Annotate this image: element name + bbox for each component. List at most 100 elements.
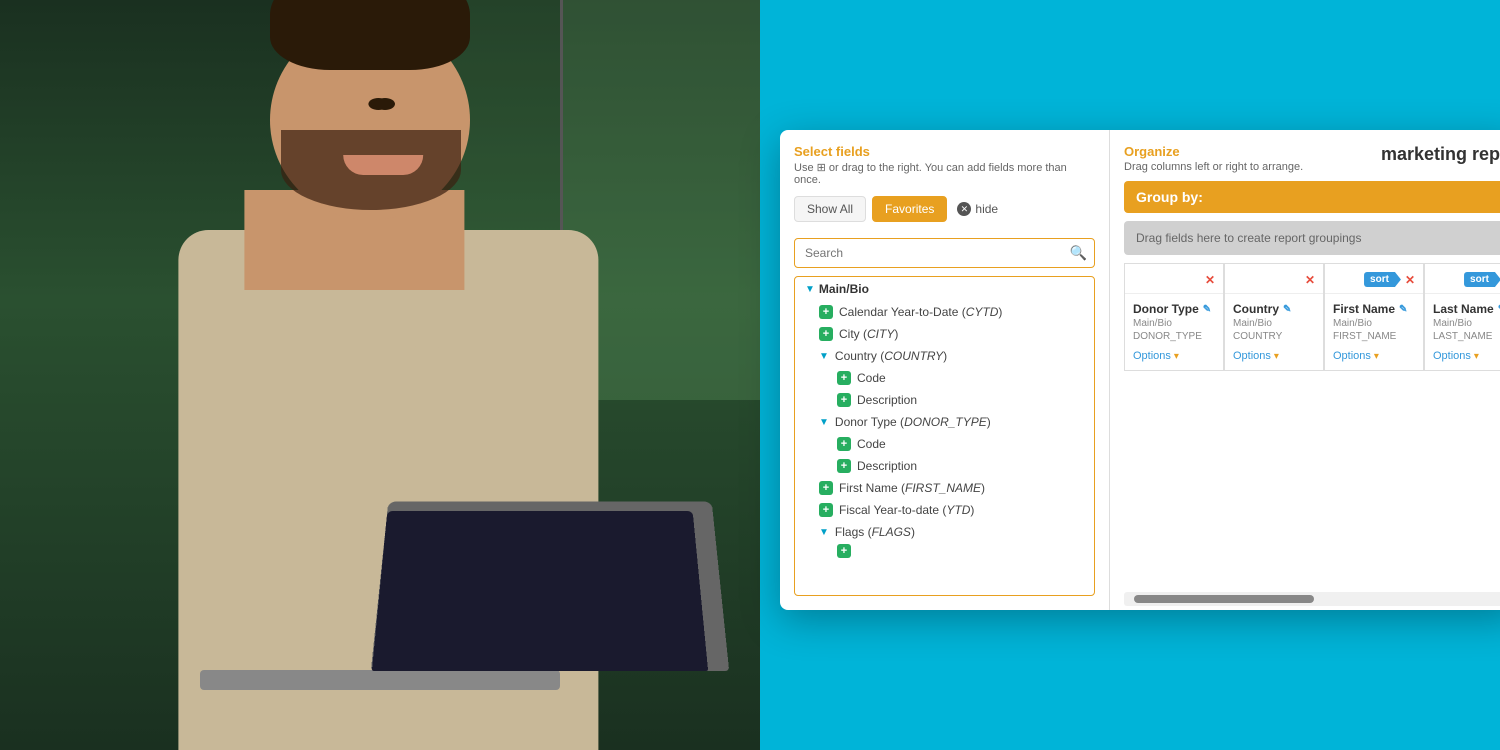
sort-first-name-badge[interactable]: sort: [1364, 272, 1401, 287]
field-flags-sub[interactable]: +: [795, 543, 1094, 559]
columns-area: ✕ Donor Type ✎ Main/Bio DONOR_TYPE Optio…: [1110, 263, 1500, 588]
field-donor-type-description-label: Description: [857, 459, 917, 473]
group-flags-label: Flags (FLAGS): [835, 525, 915, 539]
column-name-text: Country: [1233, 302, 1279, 316]
group-country-label: Country (COUNTRY): [835, 349, 947, 363]
field-calendar-ytd[interactable]: + Calendar Year-to-Date (CYTD): [795, 301, 1094, 323]
column-last-name-name: Last Name ✎: [1433, 302, 1500, 316]
column-country-body: Country ✎ Main/Bio COUNTRY Options: [1225, 294, 1323, 370]
edit-country-icon[interactable]: ✎: [1283, 304, 1291, 315]
plus-icon: +: [819, 481, 833, 495]
edit-first-name-icon[interactable]: ✎: [1399, 304, 1407, 315]
column-donor-type-body: Donor Type ✎ Main/Bio DONOR_TYPE Options: [1125, 294, 1223, 370]
hide-label: hide: [975, 202, 998, 216]
plus-icon: +: [837, 371, 851, 385]
column-donor-type-name: Donor Type ✎: [1133, 302, 1215, 316]
column-last-name-header: sort ✕: [1425, 264, 1500, 294]
column-last-name-path: Main/Bio: [1433, 318, 1500, 329]
edit-donor-type-icon[interactable]: ✎: [1203, 304, 1211, 315]
plus-icon: +: [837, 459, 851, 473]
options-first-name-link[interactable]: Options: [1333, 350, 1415, 362]
column-first-name-name: First Name ✎: [1333, 302, 1415, 316]
group-main-bio[interactable]: ▼ Main/Bio: [795, 277, 1094, 301]
column-last-name-db: LAST_NAME: [1433, 331, 1500, 342]
column-last-name-body: Last Name ✎ Main/Bio LAST_NAME Options: [1425, 294, 1500, 370]
search-icon-button[interactable]: 🔍: [1070, 245, 1087, 262]
select-fields-panel: Select fields Use ⊞ or drag to the right…: [780, 130, 1110, 610]
plus-icon: +: [819, 503, 833, 517]
remove-first-name-button[interactable]: ✕: [1405, 273, 1415, 287]
tab-favorites[interactable]: Favorites: [872, 196, 947, 222]
columns-row: ✕ Donor Type ✎ Main/Bio DONOR_TYPE Optio…: [1124, 263, 1500, 371]
field-donor-type-description[interactable]: + Description: [795, 455, 1094, 477]
chevron-down-icon: ▼: [819, 527, 829, 538]
remove-country-button[interactable]: ✕: [1305, 273, 1315, 287]
column-donor-type-db: DONOR_TYPE: [1133, 331, 1215, 342]
column-donor-type-header: ✕: [1125, 264, 1223, 294]
modal-body: Select fields Use ⊞ or drag to the right…: [780, 130, 1500, 610]
field-city[interactable]: + City (CITY): [795, 323, 1094, 345]
organize-left: Organize Drag columns left or right to a…: [1124, 144, 1381, 173]
column-country-db: COUNTRY: [1233, 331, 1315, 342]
column-name-text: Last Name: [1433, 302, 1494, 316]
tabs-row: Show All Favorites ✕ hide: [794, 196, 1095, 222]
field-first-name[interactable]: + First Name (FIRST_NAME): [795, 477, 1094, 499]
group-donor-type[interactable]: ▼ Donor Type (DONOR_TYPE): [795, 411, 1094, 433]
remove-donor-type-button[interactable]: ✕: [1205, 273, 1215, 287]
column-country: ✕ Country ✎ Main/Bio COUNTRY Options: [1224, 263, 1324, 371]
column-first-name-db: FIRST_NAME: [1333, 331, 1415, 342]
field-donor-type-code-label: Code: [857, 437, 886, 451]
column-first-name-path: Main/Bio: [1333, 318, 1415, 329]
select-fields-subtitle: Use ⊞ or drag to the right. You can add …: [794, 161, 1095, 186]
report-title: marketing report: [1381, 144, 1500, 165]
plus-icon: +: [837, 437, 851, 451]
field-fiscal-ytd[interactable]: + Fiscal Year-to-date (YTD): [795, 499, 1094, 521]
fields-list: ▼ Main/Bio + Calendar Year-to-Date (CYTD…: [794, 276, 1095, 596]
horizontal-scrollbar[interactable]: [1124, 592, 1500, 606]
field-fiscal-ytd-label: Fiscal Year-to-date (YTD): [839, 503, 974, 517]
scroll-thumb[interactable]: [1134, 595, 1314, 603]
select-fields-header: Select fields Use ⊞ or drag to the right…: [780, 130, 1109, 238]
search-box: 🔍: [794, 238, 1095, 268]
field-city-label: City (CITY): [839, 327, 898, 341]
plus-icon: +: [819, 327, 833, 341]
column-first-name: sort ✕ First Name ✎ Main/Bio FIRST_NAME: [1324, 263, 1424, 371]
column-name-text: First Name: [1333, 302, 1395, 316]
options-last-name-link[interactable]: Options: [1433, 350, 1500, 362]
sort-last-name-badge[interactable]: sort: [1464, 272, 1500, 287]
plus-icon: +: [819, 305, 833, 319]
column-last-name: sort ✕ Last Name ✎ Main/Bio LAST_NAME: [1424, 263, 1500, 371]
select-fields-title: Select fields: [794, 144, 1095, 159]
field-calendar-ytd-label: Calendar Year-to-Date (CYTD): [839, 305, 1002, 319]
field-country-code-label: Code: [857, 371, 886, 385]
group-country[interactable]: ▼ Country (COUNTRY): [795, 345, 1094, 367]
organize-header: Organize Drag columns left or right to a…: [1110, 130, 1500, 181]
group-by-bar: Group by:: [1124, 181, 1500, 213]
search-input[interactable]: [794, 238, 1095, 268]
plus-icon: +: [837, 393, 851, 407]
hide-icon: ✕: [957, 202, 971, 216]
tab-show-all[interactable]: Show All: [794, 196, 866, 222]
organize-subtitle: Drag columns left or right to arrange.: [1124, 161, 1381, 173]
plus-icon: +: [837, 544, 851, 558]
options-donor-type-link[interactable]: Options: [1133, 350, 1215, 362]
field-donor-type-code[interactable]: + Code: [795, 433, 1094, 455]
column-donor-type-path: Main/Bio: [1133, 318, 1215, 329]
column-country-path: Main/Bio: [1233, 318, 1315, 329]
group-drop-zone[interactable]: Drag fields here to create report groupi…: [1124, 221, 1500, 255]
column-name-text: Donor Type: [1133, 302, 1199, 316]
field-country-code[interactable]: + Code: [795, 367, 1094, 389]
field-first-name-label: First Name (FIRST_NAME): [839, 481, 985, 495]
background-photo: [0, 0, 760, 750]
right-section: Select fields Use ⊞ or drag to the right…: [760, 0, 1500, 750]
hide-button[interactable]: ✕ hide: [957, 202, 998, 216]
group-donor-type-label: Donor Type (DONOR_TYPE): [835, 415, 991, 429]
column-country-name: Country ✎: [1233, 302, 1315, 316]
chevron-down-icon: ▼: [819, 417, 829, 428]
group-flags[interactable]: ▼ Flags (FLAGS): [795, 521, 1094, 543]
field-country-description[interactable]: + Description: [795, 389, 1094, 411]
options-country-link[interactable]: Options: [1233, 350, 1315, 362]
field-country-description-label: Description: [857, 393, 917, 407]
photo-section: [0, 0, 760, 750]
column-country-header: ✕: [1225, 264, 1323, 294]
